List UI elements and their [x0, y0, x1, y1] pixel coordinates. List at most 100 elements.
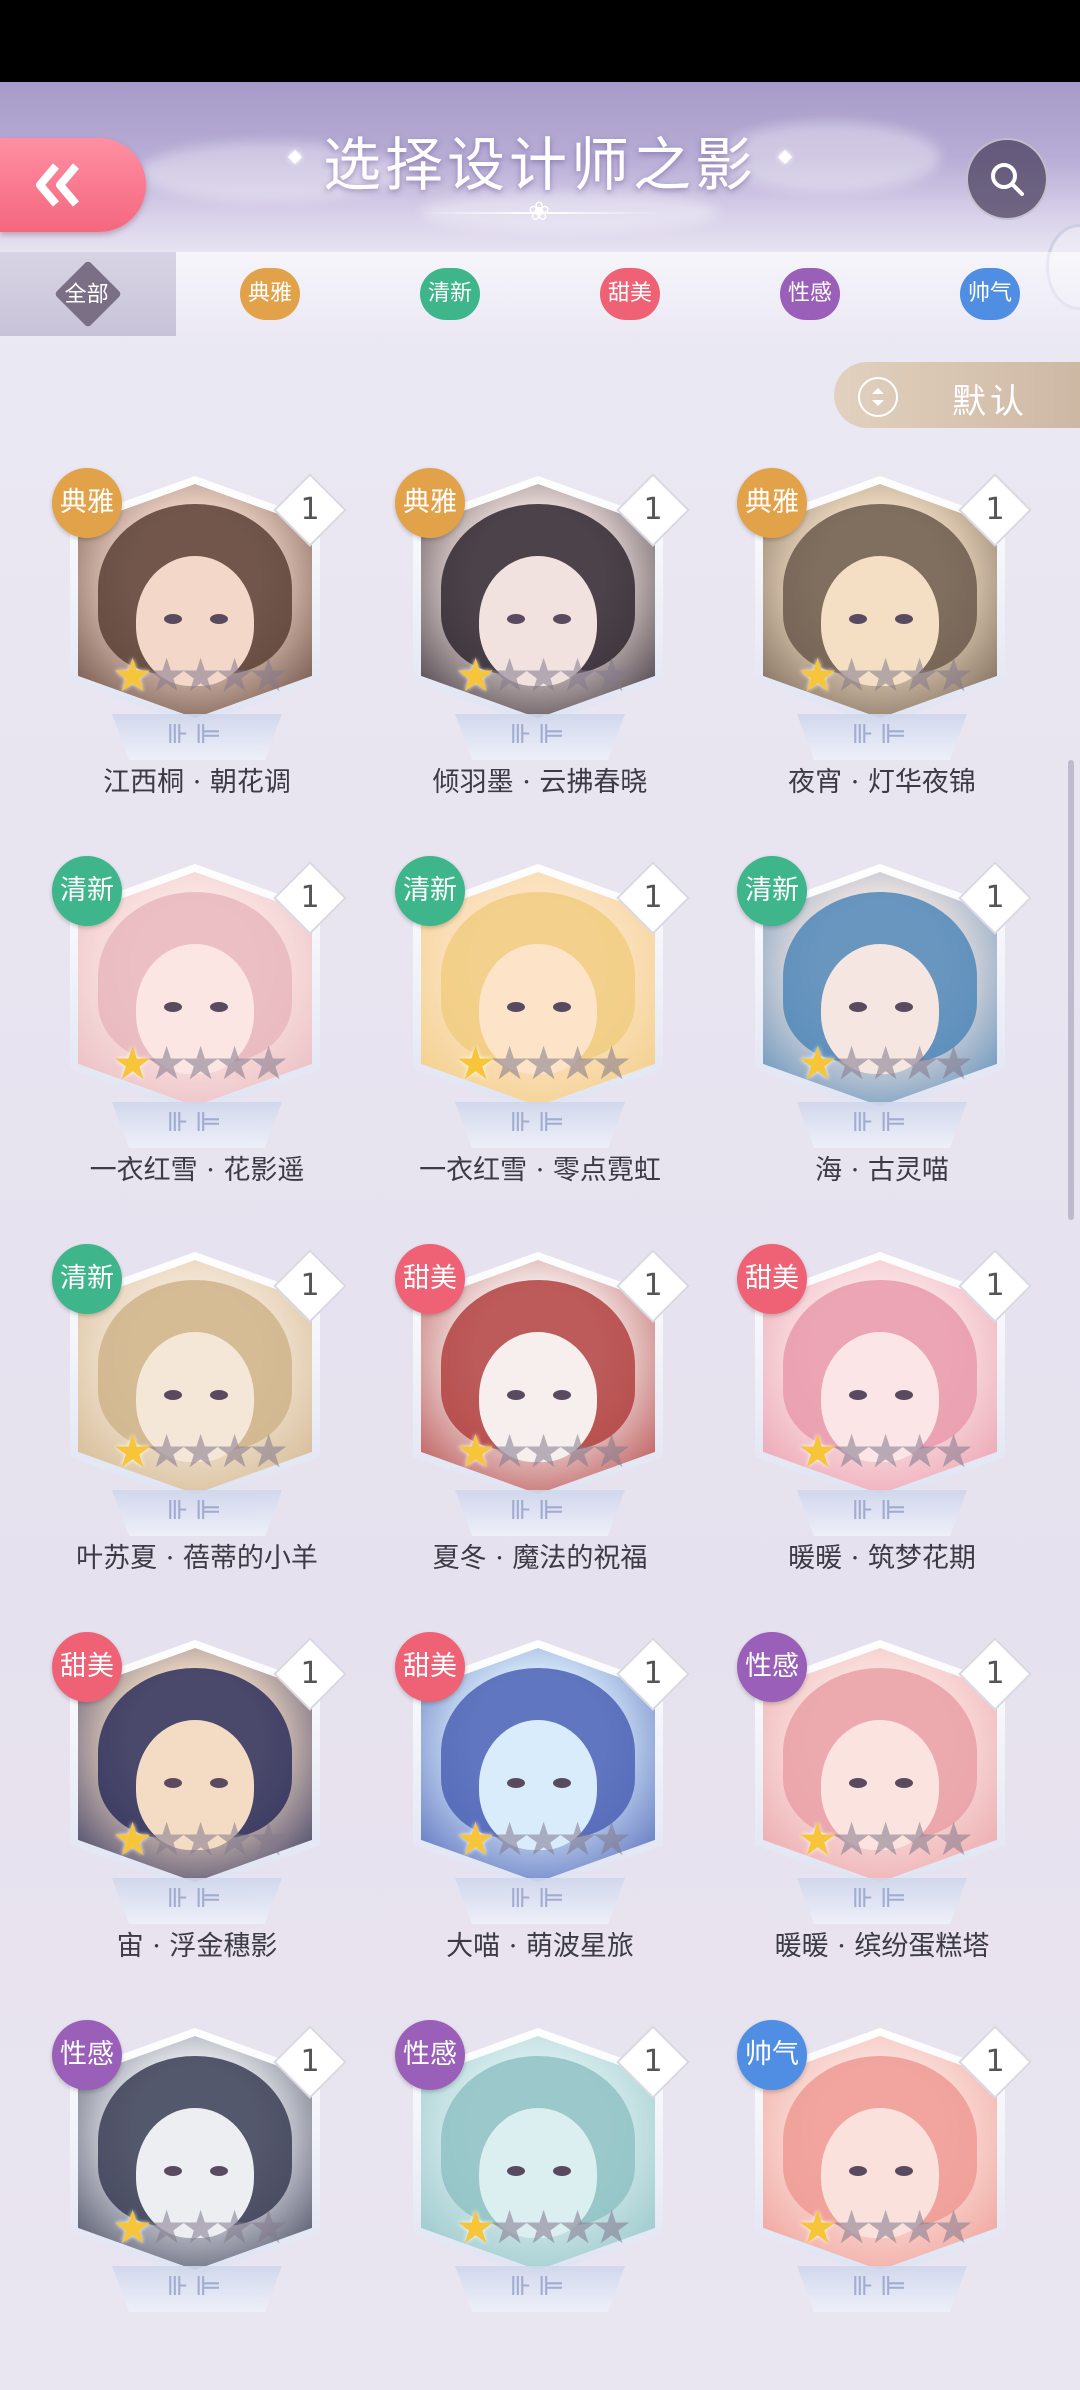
card-pedestal: ⊪⊫ [797, 1878, 967, 1924]
designer-card[interactable]: ⊪⊫ ★ ★ ★ ★ ★ 清新 1 一衣红雪 · 零点霓虹 [395, 856, 690, 1226]
portrait-eye [164, 614, 182, 624]
designer-card[interactable]: ⊪⊫ ★ ★ ★ ★ ★ 性感 1 [395, 2020, 690, 2390]
designer-name: 暖暖 · 筑梦花期 [788, 1543, 976, 1574]
designer-card[interactable]: ⊪⊫ ★ ★ ★ ★ ★ 典雅 1 夜宵 · 灯华夜锦 [737, 468, 1032, 838]
designer-card[interactable]: ⊪⊫ ★ ★ ★ ★ ★ 性感 1 [52, 2020, 347, 2390]
designer-card[interactable]: ⊪⊫ ★ ★ ★ ★ ★ 清新 1 海 · 古灵喵 [737, 856, 1032, 1226]
star-rating: ★ ★ ★ ★ ★ [455, 1038, 655, 1088]
style-tag-badge: 甜美 [737, 1244, 807, 1314]
designer-name: 海 · 古灵喵 [815, 1155, 949, 1186]
portrait-eye [895, 614, 913, 624]
star-icon: ★ [591, 1812, 633, 1866]
level-number: 1 [300, 2044, 320, 2079]
tab-sexy[interactable]: 性感 [750, 252, 870, 336]
star-rating: ★ ★ ★ ★ ★ [797, 650, 997, 700]
designer-card[interactable]: ⊪⊫ ★ ★ ★ ★ ★ 典雅 1 江西桐 · 朝花调 [52, 468, 347, 838]
star-icon: ★ [248, 1812, 290, 1866]
star-rating: ★ ★ ★ ★ ★ [112, 1426, 312, 1476]
card-pedestal: ⊪⊫ [797, 1490, 967, 1536]
style-tag-badge: 甜美 [395, 1244, 465, 1314]
designer-name: 一衣红雪 · 花影遥 [89, 1155, 305, 1186]
sort-label: 默认 [952, 382, 1028, 422]
card-pedestal: ⊪⊫ [112, 1102, 282, 1148]
star-icon: ★ [248, 1424, 290, 1478]
style-tag-badge: 甜美 [395, 1632, 465, 1702]
style-tag-badge: 性感 [52, 2020, 122, 2090]
style-tag-badge: 甜美 [52, 1632, 122, 1702]
flower-icon: ❀ [528, 197, 550, 227]
designer-card[interactable]: ⊪⊫ ★ ★ ★ ★ ★ 甜美 1 宙 · 浮金穗影 [52, 1632, 347, 2002]
designer-name: 暖暖 · 缤纷蛋糕塔 [774, 1931, 990, 1962]
star-icon: ★ [591, 1036, 633, 1090]
portrait-eye [849, 1390, 867, 1400]
designer-name: 夜宵 · 灯华夜锦 [788, 767, 976, 798]
portrait-eye [210, 614, 228, 624]
tab-all[interactable]: 全部 [0, 252, 176, 336]
category-tabs: 全部 典雅 清新 甜美 性感 帅气 [0, 252, 1080, 336]
portrait-eye [553, 1002, 571, 1012]
designer-card[interactable]: ⊪⊫ ★ ★ ★ ★ ★ 甜美 1 大喵 · 萌波星旅 [395, 1632, 690, 2002]
star-icon: ★ [933, 1424, 975, 1478]
card-pedestal: ⊪⊫ [797, 714, 967, 760]
portrait-eye [895, 1778, 913, 1788]
star-rating: ★ ★ ★ ★ ★ [112, 1814, 312, 1864]
tab-label: 帅气 [960, 268, 1020, 320]
designer-card[interactable]: ⊪⊫ ★ ★ ★ ★ ★ 典雅 1 倾羽墨 · 云拂春晓 [395, 468, 690, 838]
portrait-eye [895, 1002, 913, 1012]
level-number: 1 [643, 1268, 663, 1303]
star-icon: ★ [933, 1036, 975, 1090]
designer-name: 大喵 · 萌波星旅 [446, 1931, 634, 1962]
designer-card[interactable]: ⊪⊫ ★ ★ ★ ★ ★ 甜美 1 夏冬 · 魔法的祝福 [395, 1244, 690, 1614]
card-pedestal: ⊪⊫ [112, 1490, 282, 1536]
star-icon: ★ [933, 1812, 975, 1866]
style-tag-badge: 清新 [395, 856, 465, 926]
star-icon: ★ [248, 2200, 290, 2254]
designer-card[interactable]: ⊪⊫ ★ ★ ★ ★ ★ 帅气 1 [737, 2020, 1032, 2390]
portrait-eye [849, 614, 867, 624]
star-icon: ★ [591, 648, 633, 702]
level-number: 1 [300, 492, 320, 527]
star-icon: ★ [591, 2200, 633, 2254]
level-number: 1 [643, 492, 663, 527]
star-rating: ★ ★ ★ ★ ★ [797, 2202, 997, 2252]
level-number: 1 [985, 1656, 1005, 1691]
card-pedestal: ⊪⊫ [455, 1102, 625, 1148]
star-rating: ★ ★ ★ ★ ★ [797, 1038, 997, 1088]
card-pedestal: ⊪⊫ [455, 714, 625, 760]
card-pedestal: ⊪⊫ [455, 1878, 625, 1924]
designer-card[interactable]: ⊪⊫ ★ ★ ★ ★ ★ 清新 1 叶苏夏 · 蓓蒂的小羊 [52, 1244, 347, 1614]
tab-sweet[interactable]: 甜美 [570, 252, 690, 336]
designer-card[interactable]: ⊪⊫ ★ ★ ★ ★ ★ 性感 1 暖暖 · 缤纷蛋糕塔 [737, 1632, 1032, 2002]
card-pedestal: ⊪⊫ [112, 2266, 282, 2312]
star-rating: ★ ★ ★ ★ ★ [112, 2202, 312, 2252]
level-number: 1 [985, 2044, 1005, 2079]
search-icon [991, 163, 1024, 196]
tab-elegant[interactable]: 典雅 [210, 252, 330, 336]
search-button[interactable] [966, 138, 1048, 220]
star-rating: ★ ★ ★ ★ ★ [455, 1426, 655, 1476]
sort-button[interactable]: 默认 [834, 362, 1080, 428]
star-rating: ★ ★ ★ ★ ★ [455, 1814, 655, 1864]
star-rating: ★ ★ ★ ★ ★ [455, 2202, 655, 2252]
level-number: 1 [985, 1268, 1005, 1303]
designer-card[interactable]: ⊪⊫ ★ ★ ★ ★ ★ 清新 1 一衣红雪 · 花影遥 [52, 856, 347, 1226]
level-number: 1 [300, 880, 320, 915]
star-rating: ★ ★ ★ ★ ★ [797, 1426, 997, 1476]
designer-name: 宙 · 浮金穗影 [116, 1931, 278, 1962]
designer-name: 江西桐 · 朝花调 [103, 767, 291, 798]
style-tag-badge: 清新 [737, 856, 807, 926]
portrait-eye [210, 1390, 228, 1400]
tab-fresh[interactable]: 清新 [390, 252, 510, 336]
portrait-eye [553, 2166, 571, 2176]
card-pedestal: ⊪⊫ [112, 714, 282, 760]
portrait-eye [849, 1002, 867, 1012]
style-tag-badge: 清新 [52, 1244, 122, 1314]
tab-chip: 全部 [54, 260, 122, 328]
style-tag-badge: 典雅 [52, 468, 122, 538]
star-icon: ★ [248, 648, 290, 702]
scrollbar[interactable] [1068, 760, 1074, 1220]
designer-card[interactable]: ⊪⊫ ★ ★ ★ ★ ★ 甜美 1 暖暖 · 筑梦花期 [737, 1244, 1032, 1614]
portrait-eye [849, 1778, 867, 1788]
tab-label: 甜美 [600, 268, 660, 320]
tab-cool[interactable]: 帅气 [930, 252, 1050, 336]
